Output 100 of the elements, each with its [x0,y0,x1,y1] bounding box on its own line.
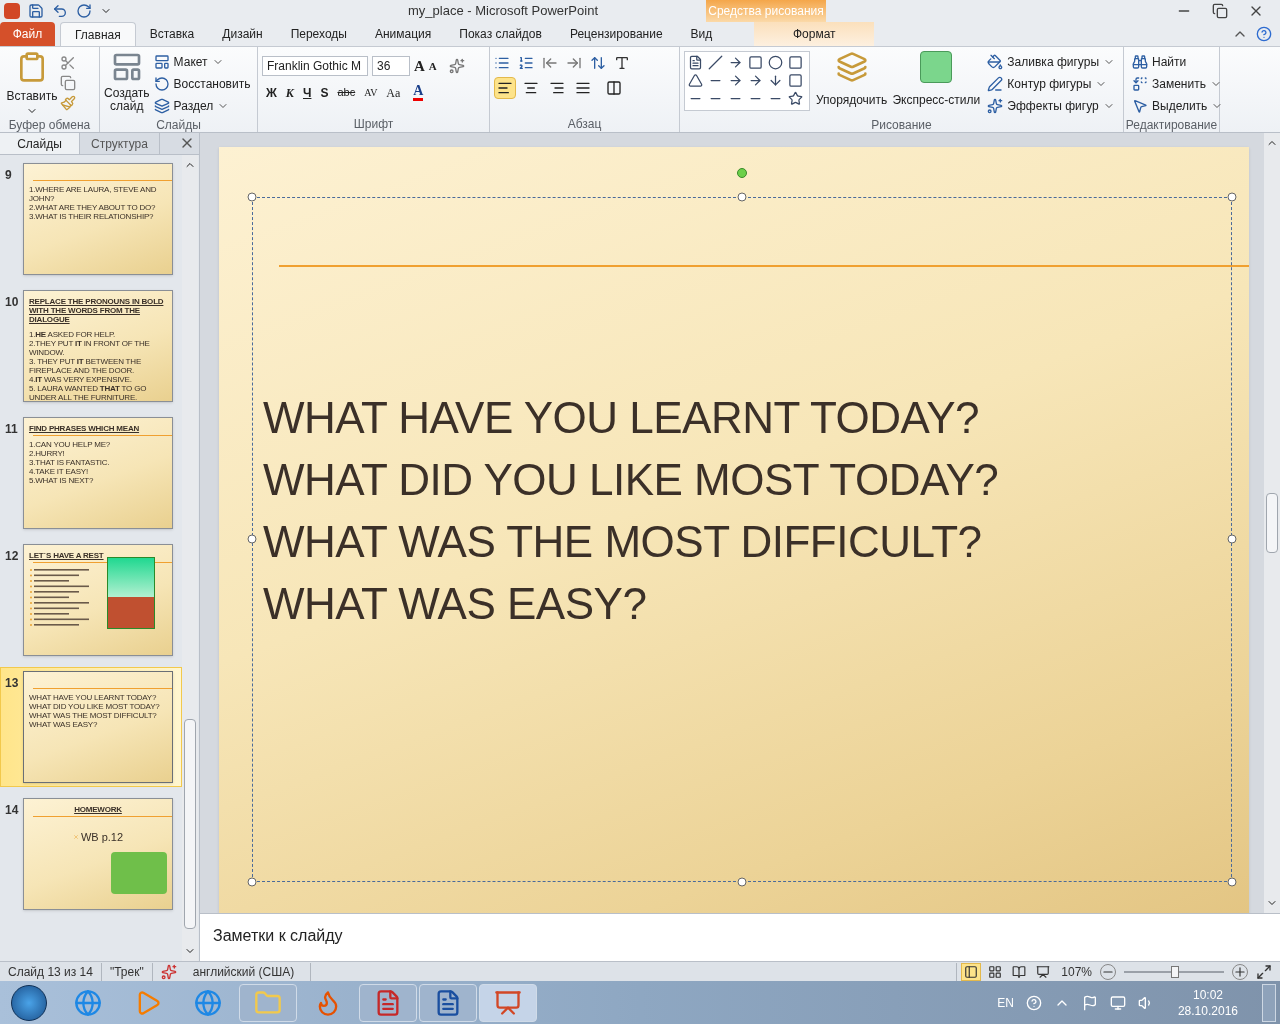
scrollbar-thumb[interactable] [1266,493,1278,553]
arrange-button[interactable]: Упорядочить [813,51,890,117]
clear-formatting-icon[interactable] [448,58,465,75]
shape-icon[interactable] [767,73,783,88]
ribbon-tab[interactable]: Показ слайдов [445,22,556,46]
slide-list-item[interactable]: 13 WHAT HAVE YOU LEARNT TODAY? WHAT DID YOU LIKE MOST TODAY? WHAT WAS THE MOST DIFFICULT? WHAT WAS EASY? [0,667,182,787]
slide-canvas[interactable]: WHAT HAVE YOU LEARNT TODAY? WHAT DID YOU LIKE MOST TODAY? WHAT WAS THE MOST DIFFICULT? WHAT WAS EASY? [219,147,1249,913]
panel-tab[interactable]: Структура [80,133,160,154]
layout-button[interactable]: Макет [149,51,255,73]
quick-styles-button[interactable]: Экспресс-стили [893,51,980,117]
slide-list-item[interactable]: 9 1.WHERE ARE LAURA, STEVE AND JOHN? 2.WHAT ARE THEY ABOUT TO DO? 3.WHAT IS THEIR RELATIONSHIP? [0,159,182,279]
zoom-thumb[interactable] [1171,965,1179,978]
help-icon[interactable] [1256,26,1272,42]
shape-icon[interactable] [747,55,763,70]
shape-icon[interactable] [688,55,703,70]
shape-icon[interactable] [707,55,723,70]
redo-icon[interactable] [76,3,92,19]
scrollbar[interactable] [182,155,198,961]
ribbon-tab[interactable]: Дизайн [208,22,277,46]
taskbar-app-button[interactable] [359,983,417,1022]
start-button[interactable] [11,984,47,1021]
replace-icon[interactable] [1132,76,1148,92]
restore-icon[interactable] [1212,3,1228,19]
scrollbar-thumb[interactable] [184,719,196,929]
paste-button[interactable]: Вставить [4,51,60,117]
slide-list-item[interactable]: 14 HOMEWORK WB p.12 [0,794,182,914]
shape-icon[interactable] [688,73,703,88]
network-icon[interactable] [1109,994,1126,1011]
shapes-gallery[interactable] [684,51,810,111]
resize-handle[interactable] [1227,534,1237,544]
copy-icon[interactable] [60,75,76,91]
spacing-button[interactable]: AV [364,85,378,100]
bullets-icon[interactable] [494,55,510,71]
reset-icon[interactable] [153,76,170,92]
scissors-icon[interactable] [60,55,76,71]
shape-effects-icon[interactable] [987,98,1004,114]
resize-handle[interactable] [247,877,257,887]
change-case-button[interactable]: Aa [386,83,401,102]
taskbar-app-button[interactable] [419,983,477,1022]
find-button[interactable]: Найти [1128,51,1228,73]
select-button[interactable]: Выделить [1128,95,1228,117]
shape-icon[interactable] [787,73,803,88]
app-icon[interactable] [4,3,20,19]
section-button[interactable]: Раздел [149,95,255,117]
select-icon[interactable] [1132,98,1148,114]
font-color-button[interactable]: A [413,84,424,101]
replace-button[interactable]: Заменить [1128,73,1228,95]
new-slide-button[interactable]: Создать слайд [104,51,150,117]
shape-icon[interactable] [727,55,743,70]
fit-slide-icon[interactable] [1256,963,1272,980]
bold-button[interactable]: Ж [266,83,277,102]
taskbar-app-button[interactable] [479,983,537,1022]
shape-fill-button[interactable]: Заливка фигуры [983,51,1119,73]
shape-icon[interactable] [787,55,803,70]
resize-handle[interactable] [737,192,747,202]
flag-icon[interactable] [1081,994,1098,1011]
resize-handle[interactable] [737,877,747,887]
presentation-icon[interactable] [494,988,522,1017]
resize-handle[interactable] [247,534,257,544]
spelling-icon[interactable] [160,963,177,980]
shape-outline-button[interactable]: Контур фигуры [983,73,1119,95]
grow-font-button[interactable]: A [414,55,425,78]
language-label[interactable]: английский (США) [176,962,312,981]
shrink-font-button[interactable]: A [428,58,437,75]
ribbon-tab[interactable]: Рецензирование [555,22,677,46]
resize-handle[interactable] [1227,192,1237,202]
find-icon[interactable] [1132,54,1148,70]
shape-icon[interactable] [767,55,783,70]
font-family-field[interactable]: Franklin Gothic M [262,56,368,77]
layout-icon[interactable] [153,54,170,70]
font-size-field[interactable]: 36 [372,56,410,77]
ribbon-tab[interactable]: Формат [754,22,875,46]
numbering-icon[interactable] [518,55,534,71]
decrease-indent-icon[interactable] [542,55,558,71]
italic-button[interactable]: К [285,83,294,102]
ribbon-tab[interactable]: Переходы [276,22,361,46]
shape-effects-button[interactable]: Эффекты фигур [983,95,1119,117]
shape-outline-icon[interactable] [987,76,1004,92]
ribbon-tab[interactable]: Файл [0,22,55,46]
scrollbar[interactable] [1264,133,1280,913]
resize-handle[interactable] [247,192,257,202]
line-spacing-icon[interactable] [590,55,606,71]
shape-icon[interactable] [787,91,803,106]
reset-button[interactable]: Восстановить [149,73,255,95]
slide-list-item[interactable]: 11 FIND PHRASES WHICH MEAN 1.CAN YOU HELP ME? 2.HURRY! 3.THAT IS FANTASTIC. 4.TAKE IT EASY! 5.WHAT IS NEXT? [0,413,182,533]
save-icon[interactable] [28,3,44,19]
underline-button[interactable]: Ч [303,83,312,102]
panel-tab[interactable]: Слайды [0,133,80,154]
ribbon-tab[interactable]: Анимация [360,22,446,46]
zoom-level[interactable]: 107% [1053,962,1100,981]
rotate-handle[interactable] [737,168,747,178]
shape-fill-icon[interactable] [987,54,1004,70]
section-icon[interactable] [153,98,170,114]
resize-handle[interactable] [1227,877,1237,887]
shape-icon[interactable] [747,73,763,88]
ribbon-tab[interactable]: Главная [60,22,136,46]
notes-pane[interactable]: Заметки к слайду [200,913,1280,961]
increase-indent-icon[interactable] [566,55,582,71]
undo-icon[interactable] [52,3,68,19]
strikethrough-button[interactable]: abc [337,84,356,101]
